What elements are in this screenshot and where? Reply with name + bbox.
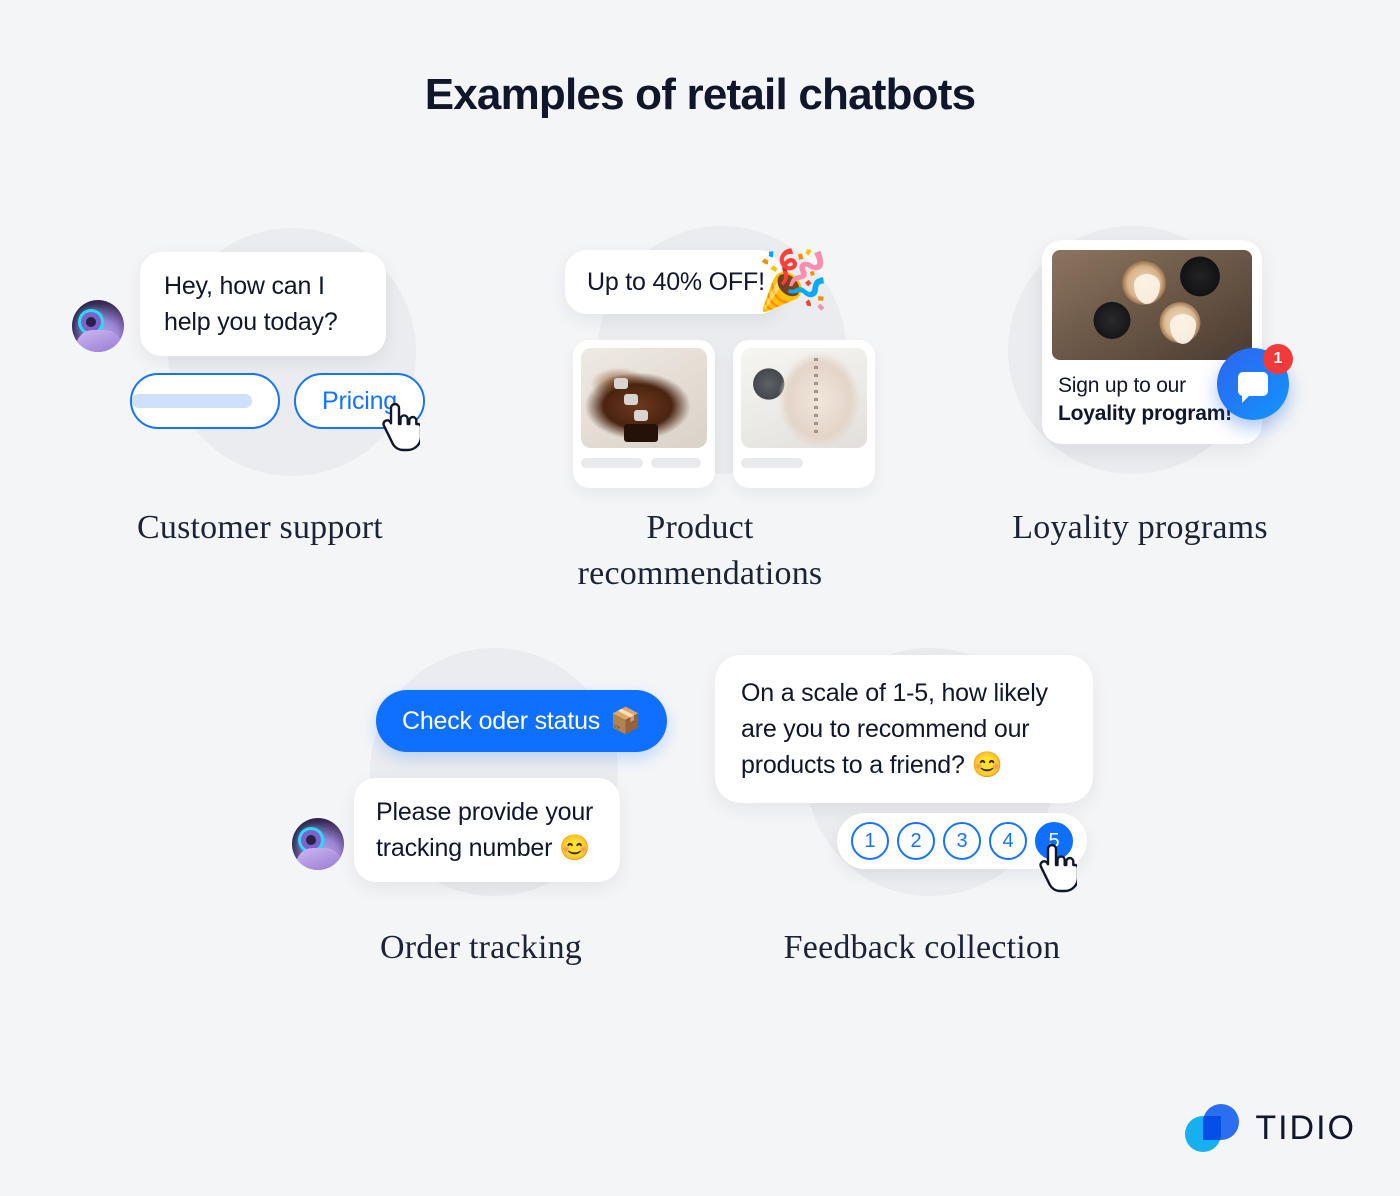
product-card[interactable] xyxy=(573,340,715,488)
promo-message-bubble: Up to 40% OFF! xyxy=(565,250,781,314)
chatbot-avatar xyxy=(292,818,344,870)
rating-option-3[interactable]: 3 xyxy=(943,822,981,860)
placeholder-bar xyxy=(132,394,252,408)
card-feedback-collection: On a scale of 1-5, how likely are you to… xyxy=(715,655,1115,893)
user-quick-reply-button[interactable]: Check oder status 📦 xyxy=(376,690,668,752)
latte-art-leaf xyxy=(1134,274,1160,305)
placeholder-bar xyxy=(581,458,643,468)
caption-product-recommendations: Product recommendations xyxy=(500,505,900,597)
unread-badge: 1 xyxy=(1263,344,1293,374)
card-loyality-programs: Sign up to our Loyality program! 1 xyxy=(1042,240,1293,450)
avatar-eye-icon xyxy=(81,312,101,332)
caption-loyality-programs: Loyality programs xyxy=(1012,509,1268,546)
party-popper-icon: 🎉 xyxy=(757,248,830,313)
card-order-tracking: Check oder status 📦 Please provide your … xyxy=(292,690,668,882)
card-product-recommendations: Up to 40% OFF! 🎉 xyxy=(565,248,885,488)
chat-bubble-icon xyxy=(1238,372,1268,403)
order-reply-label: Check oder status xyxy=(402,706,601,735)
tidio-logo-mark xyxy=(1185,1104,1241,1152)
tidio-wordmark: TIDIO xyxy=(1255,1108,1356,1147)
quick-reply-placeholder[interactable] xyxy=(130,373,280,429)
caption-customer-support: Customer support xyxy=(137,509,383,546)
survey-question-bubble: On a scale of 1-5, how likely are you to… xyxy=(715,655,1093,803)
package-icon: 📦 xyxy=(610,706,642,735)
page-title: Examples of retail chatbots xyxy=(424,70,976,119)
placeholder-bar xyxy=(651,458,701,468)
rating-option-2[interactable]: 2 xyxy=(897,822,935,860)
product-image-cream-boot xyxy=(741,348,867,448)
smiling-face-icon: 😊 xyxy=(559,834,590,862)
bot-message-bubble: Hey, how can I help you today? xyxy=(140,252,386,356)
avatar-body xyxy=(76,330,122,352)
avatar-eye-icon xyxy=(301,830,321,850)
bot-message-bubble: Please provide your tracking number 😊 xyxy=(354,778,620,882)
rating-option-1[interactable]: 1 xyxy=(851,822,889,860)
avatar-body xyxy=(296,848,342,870)
product-card[interactable] xyxy=(733,340,875,488)
product-image-brown-boot xyxy=(581,348,707,448)
rating-option-4[interactable]: 4 xyxy=(989,822,1027,860)
caption-feedback-collection: Feedback collection xyxy=(783,929,1061,966)
caption-line-2: recommendations xyxy=(577,555,823,592)
hand-pointer-cursor xyxy=(1035,843,1080,893)
card-customer-support: Hey, how can I help you today? Pricing xyxy=(72,252,440,452)
caption-order-tracking: Order tracking xyxy=(380,929,582,966)
product-placeholder-bars xyxy=(581,458,707,468)
smiling-face-icon: 😊 xyxy=(971,751,1003,779)
product-placeholder-bars xyxy=(741,458,867,468)
tidio-logo: TIDIO xyxy=(1185,1104,1356,1152)
latte-art-leaf xyxy=(1170,313,1196,344)
infographic-page: Examples of retail chatbots Hey, how can… xyxy=(0,0,1400,1196)
logo-shape-cyan xyxy=(1185,1116,1222,1152)
placeholder-bar xyxy=(741,458,803,468)
loyalty-promo-panel[interactable]: Sign up to our Loyality program! xyxy=(1042,240,1262,444)
chat-launcher-button[interactable]: 1 xyxy=(1217,344,1293,420)
caption-line-1: Product xyxy=(646,509,754,546)
coffee-cups-image xyxy=(1052,250,1252,360)
chatbot-avatar xyxy=(72,300,124,352)
loyalty-text-line-2: Loyality program! xyxy=(1058,402,1232,425)
hand-pointer-cursor xyxy=(378,402,423,452)
